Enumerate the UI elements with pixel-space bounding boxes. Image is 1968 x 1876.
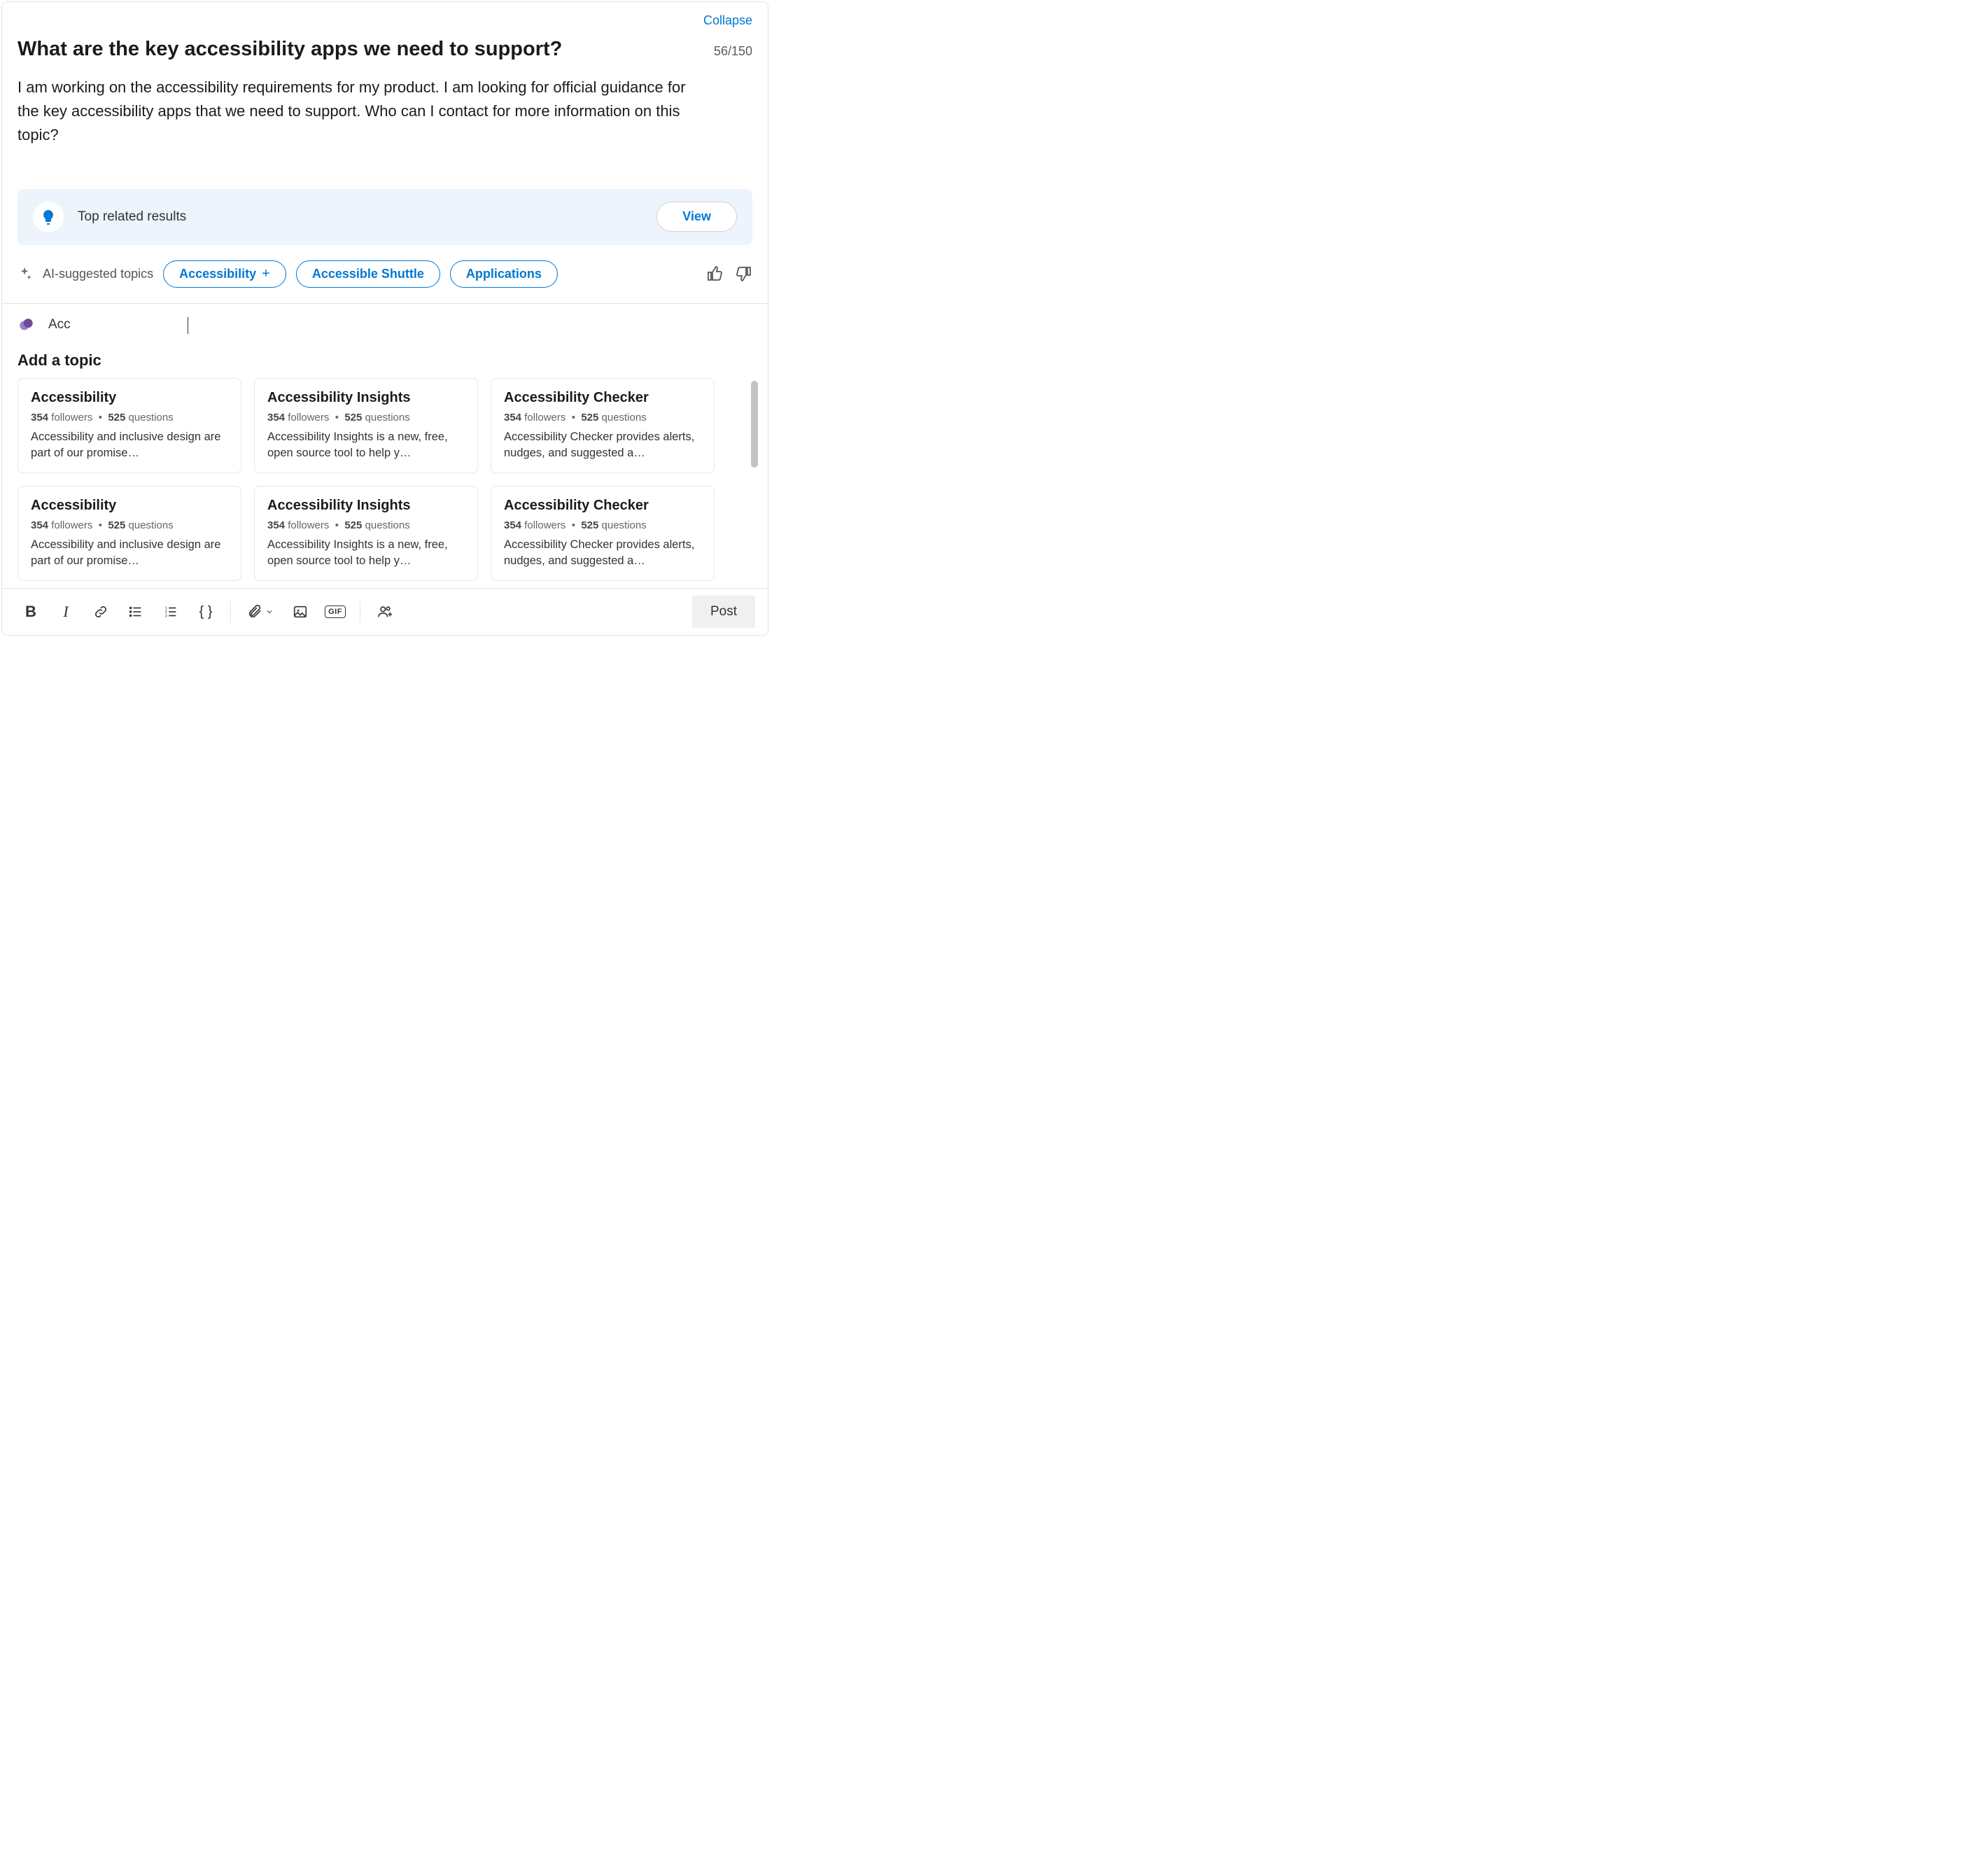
- topic-card[interactable]: Accessibility Insights 354 followers • 52…: [254, 378, 478, 473]
- bullet-list-button[interactable]: [120, 598, 152, 626]
- topic-card-desc: Accessibility Checker provides alerts, n…: [504, 429, 701, 461]
- topic-card[interactable]: Accessibility Checker 354 followers • 525…: [491, 378, 715, 473]
- add-people-button[interactable]: [369, 598, 401, 626]
- topic-card-meta: 354 followers • 525 questions: [504, 412, 701, 424]
- topic-card-desc: Accessibility Insights is a new, free, o…: [267, 429, 465, 461]
- topic-cards-scroll[interactable]: Accessibility 354 followers • 525 questio…: [2, 378, 768, 588]
- topic-card[interactable]: Accessibility 354 followers • 525 questio…: [17, 486, 241, 581]
- top-row: Collapse: [2, 2, 768, 28]
- italic-button[interactable]: I: [50, 598, 82, 626]
- topic-card-desc: Accessibility Insights is a new, free, o…: [267, 537, 465, 569]
- topic-tags-icon: [17, 316, 36, 335]
- compose-window: Collapse What are the key accessibility …: [1, 1, 768, 636]
- view-related-button[interactable]: View: [656, 202, 737, 232]
- topic-input-row: Acc: [2, 304, 768, 335]
- toolbar-separator: [230, 601, 231, 623]
- svg-text:3: 3: [165, 615, 167, 619]
- image-button[interactable]: [284, 598, 316, 626]
- ai-suggested-row: AI-suggested topics Accessibility + Acce…: [2, 245, 768, 303]
- topic-card-meta: 354 followers • 525 questions: [267, 519, 465, 531]
- topic-card-title: Accessibility: [31, 498, 228, 514]
- ai-topic-chip[interactable]: Applications: [450, 260, 558, 288]
- numbered-list-button[interactable]: 123: [155, 598, 187, 626]
- topic-card-meta: 354 followers • 525 questions: [504, 519, 701, 531]
- bold-button[interactable]: B: [15, 598, 47, 626]
- topic-card-title: Accessibility Insights: [267, 390, 465, 406]
- char-counter: 56/150: [714, 44, 752, 59]
- plus-icon: +: [262, 266, 270, 282]
- thumbs-up-icon[interactable]: [706, 265, 723, 282]
- question-title[interactable]: What are the key accessibility apps we n…: [17, 36, 697, 63]
- topic-card-desc: Accessibility and inclusive design are p…: [31, 429, 228, 461]
- topic-card-desc: Accessibility Checker provides alerts, n…: [504, 537, 701, 569]
- attachment-button[interactable]: [239, 598, 281, 626]
- sparkle-icon: [17, 266, 33, 281]
- link-button[interactable]: [85, 598, 117, 626]
- question-body[interactable]: I am working on the accessibility requir…: [2, 63, 716, 147]
- add-topic-heading: Add a topic: [2, 335, 768, 378]
- topic-card-title: Accessibility Insights: [267, 498, 465, 514]
- gif-button[interactable]: GIF: [319, 598, 351, 626]
- thumbs-down-icon[interactable]: [736, 265, 752, 282]
- topic-card[interactable]: Accessibility Insights 354 followers • 52…: [254, 486, 478, 581]
- scrollbar-thumb[interactable]: [751, 381, 758, 468]
- ai-suggested-label: AI-suggested topics: [43, 267, 153, 281]
- topic-card[interactable]: Accessibility Checker 354 followers • 525…: [491, 486, 715, 581]
- ai-topic-chip[interactable]: Accessible Shuttle: [296, 260, 440, 288]
- topic-card-meta: 354 followers • 525 questions: [267, 412, 465, 424]
- ai-topic-chip[interactable]: Accessibility +: [163, 260, 286, 288]
- topic-card-meta: 354 followers • 525 questions: [31, 519, 228, 531]
- editor-toolbar: B I 123 { } GIF Post: [2, 588, 768, 635]
- related-results-card: Top related results View: [17, 189, 752, 245]
- lightbulb-icon: [33, 202, 64, 232]
- post-button[interactable]: Post: [692, 596, 755, 628]
- topic-card-title: Accessibility Checker: [504, 498, 701, 514]
- topic-card-title: Accessibility Checker: [504, 390, 701, 406]
- topic-card-meta: 354 followers • 525 questions: [31, 412, 228, 424]
- topic-search-input[interactable]: Acc: [48, 317, 188, 334]
- topic-card-desc: Accessibility and inclusive design are p…: [31, 537, 228, 569]
- collapse-link[interactable]: Collapse: [703, 13, 752, 28]
- topic-card-title: Accessibility: [31, 390, 228, 406]
- code-block-button[interactable]: { }: [190, 598, 222, 626]
- related-results-label: Top related results: [78, 209, 642, 225]
- ai-feedback: [706, 265, 752, 282]
- topic-card[interactable]: Accessibility 354 followers • 525 questio…: [17, 378, 241, 473]
- header-row: What are the key accessibility apps we n…: [2, 28, 768, 63]
